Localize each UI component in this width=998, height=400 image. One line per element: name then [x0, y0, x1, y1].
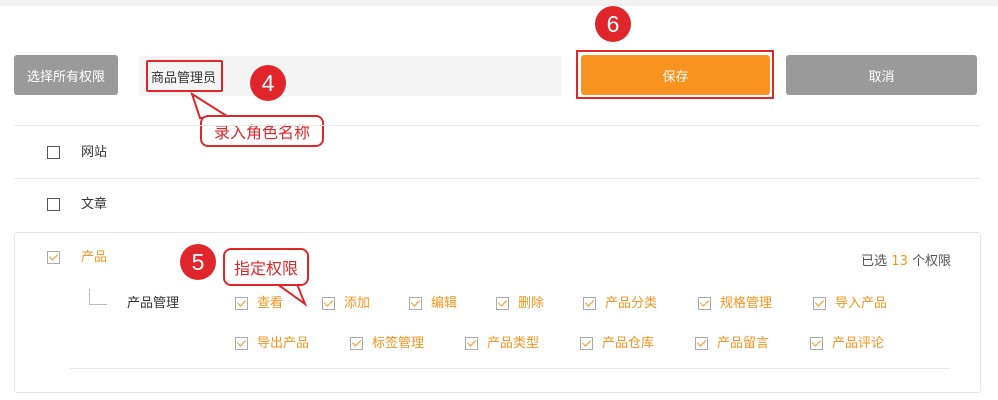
- perm-message-label: 产品留言: [717, 336, 770, 351]
- perm-add-label: 添加: [344, 296, 371, 311]
- step-5-marker: 5: [180, 244, 216, 280]
- perm-tags-label: 标签管理: [372, 336, 425, 351]
- selected-count-number: 13: [891, 254, 908, 269]
- module-article-checkbox[interactable]: [47, 198, 60, 211]
- perm-delete-checkbox[interactable]: [496, 297, 509, 310]
- perm-category-label: 产品分类: [605, 296, 658, 311]
- perm-review-checkbox[interactable]: [810, 337, 823, 350]
- product-group-label: 产品管理: [127, 296, 180, 311]
- perm-spec-checkbox[interactable]: [698, 297, 711, 310]
- divider: [14, 178, 981, 179]
- top-strip: [0, 0, 998, 6]
- permission-callout: 指定权限: [223, 248, 309, 286]
- perm-warehouse-checkbox[interactable]: [580, 337, 593, 350]
- perm-delete-label: 删除: [518, 296, 545, 311]
- role-name-callout: 录入角色名称: [200, 115, 324, 147]
- perm-edit-label: 编辑: [431, 296, 458, 311]
- module-product-checkbox[interactable]: [47, 251, 60, 264]
- perm-export-label: 导出产品: [257, 336, 310, 351]
- select-all-permissions-button[interactable]: 选择所有权限: [14, 55, 118, 95]
- module-product-label: 产品: [81, 250, 108, 265]
- perm-message-checkbox[interactable]: [695, 337, 708, 350]
- perm-warehouse-label: 产品仓库: [602, 336, 655, 351]
- perm-type-checkbox[interactable]: [465, 337, 478, 350]
- module-website-checkbox[interactable]: [47, 146, 60, 159]
- perm-review-label: 产品评论: [832, 336, 885, 351]
- perm-spec-label: 规格管理: [720, 296, 773, 311]
- perm-add-checkbox[interactable]: [322, 297, 335, 310]
- selected-count: 已选 13 个权限: [861, 254, 951, 269]
- divider: [14, 125, 981, 126]
- perm-tags-checkbox[interactable]: [350, 337, 363, 350]
- perm-import-label: 导入产品: [835, 296, 888, 311]
- save-button[interactable]: 保存: [581, 55, 770, 95]
- perm-view-label: 查看: [257, 296, 284, 311]
- tree-connector: [89, 289, 107, 305]
- perm-import-checkbox[interactable]: [813, 297, 826, 310]
- perm-view-checkbox[interactable]: [235, 297, 248, 310]
- perm-type-label: 产品类型: [487, 336, 540, 351]
- role-name-input[interactable]: 商品管理员: [139, 56, 561, 96]
- cancel-button[interactable]: 取消: [786, 55, 977, 95]
- module-article-label: 文章: [81, 197, 108, 212]
- step-6-marker: 6: [595, 6, 631, 42]
- perm-edit-checkbox[interactable]: [409, 297, 422, 310]
- perm-category-checkbox[interactable]: [583, 297, 596, 310]
- perm-export-checkbox[interactable]: [235, 337, 248, 350]
- step-4-marker: 4: [250, 65, 286, 101]
- module-website-label: 网站: [81, 145, 108, 160]
- divider: [69, 368, 950, 369]
